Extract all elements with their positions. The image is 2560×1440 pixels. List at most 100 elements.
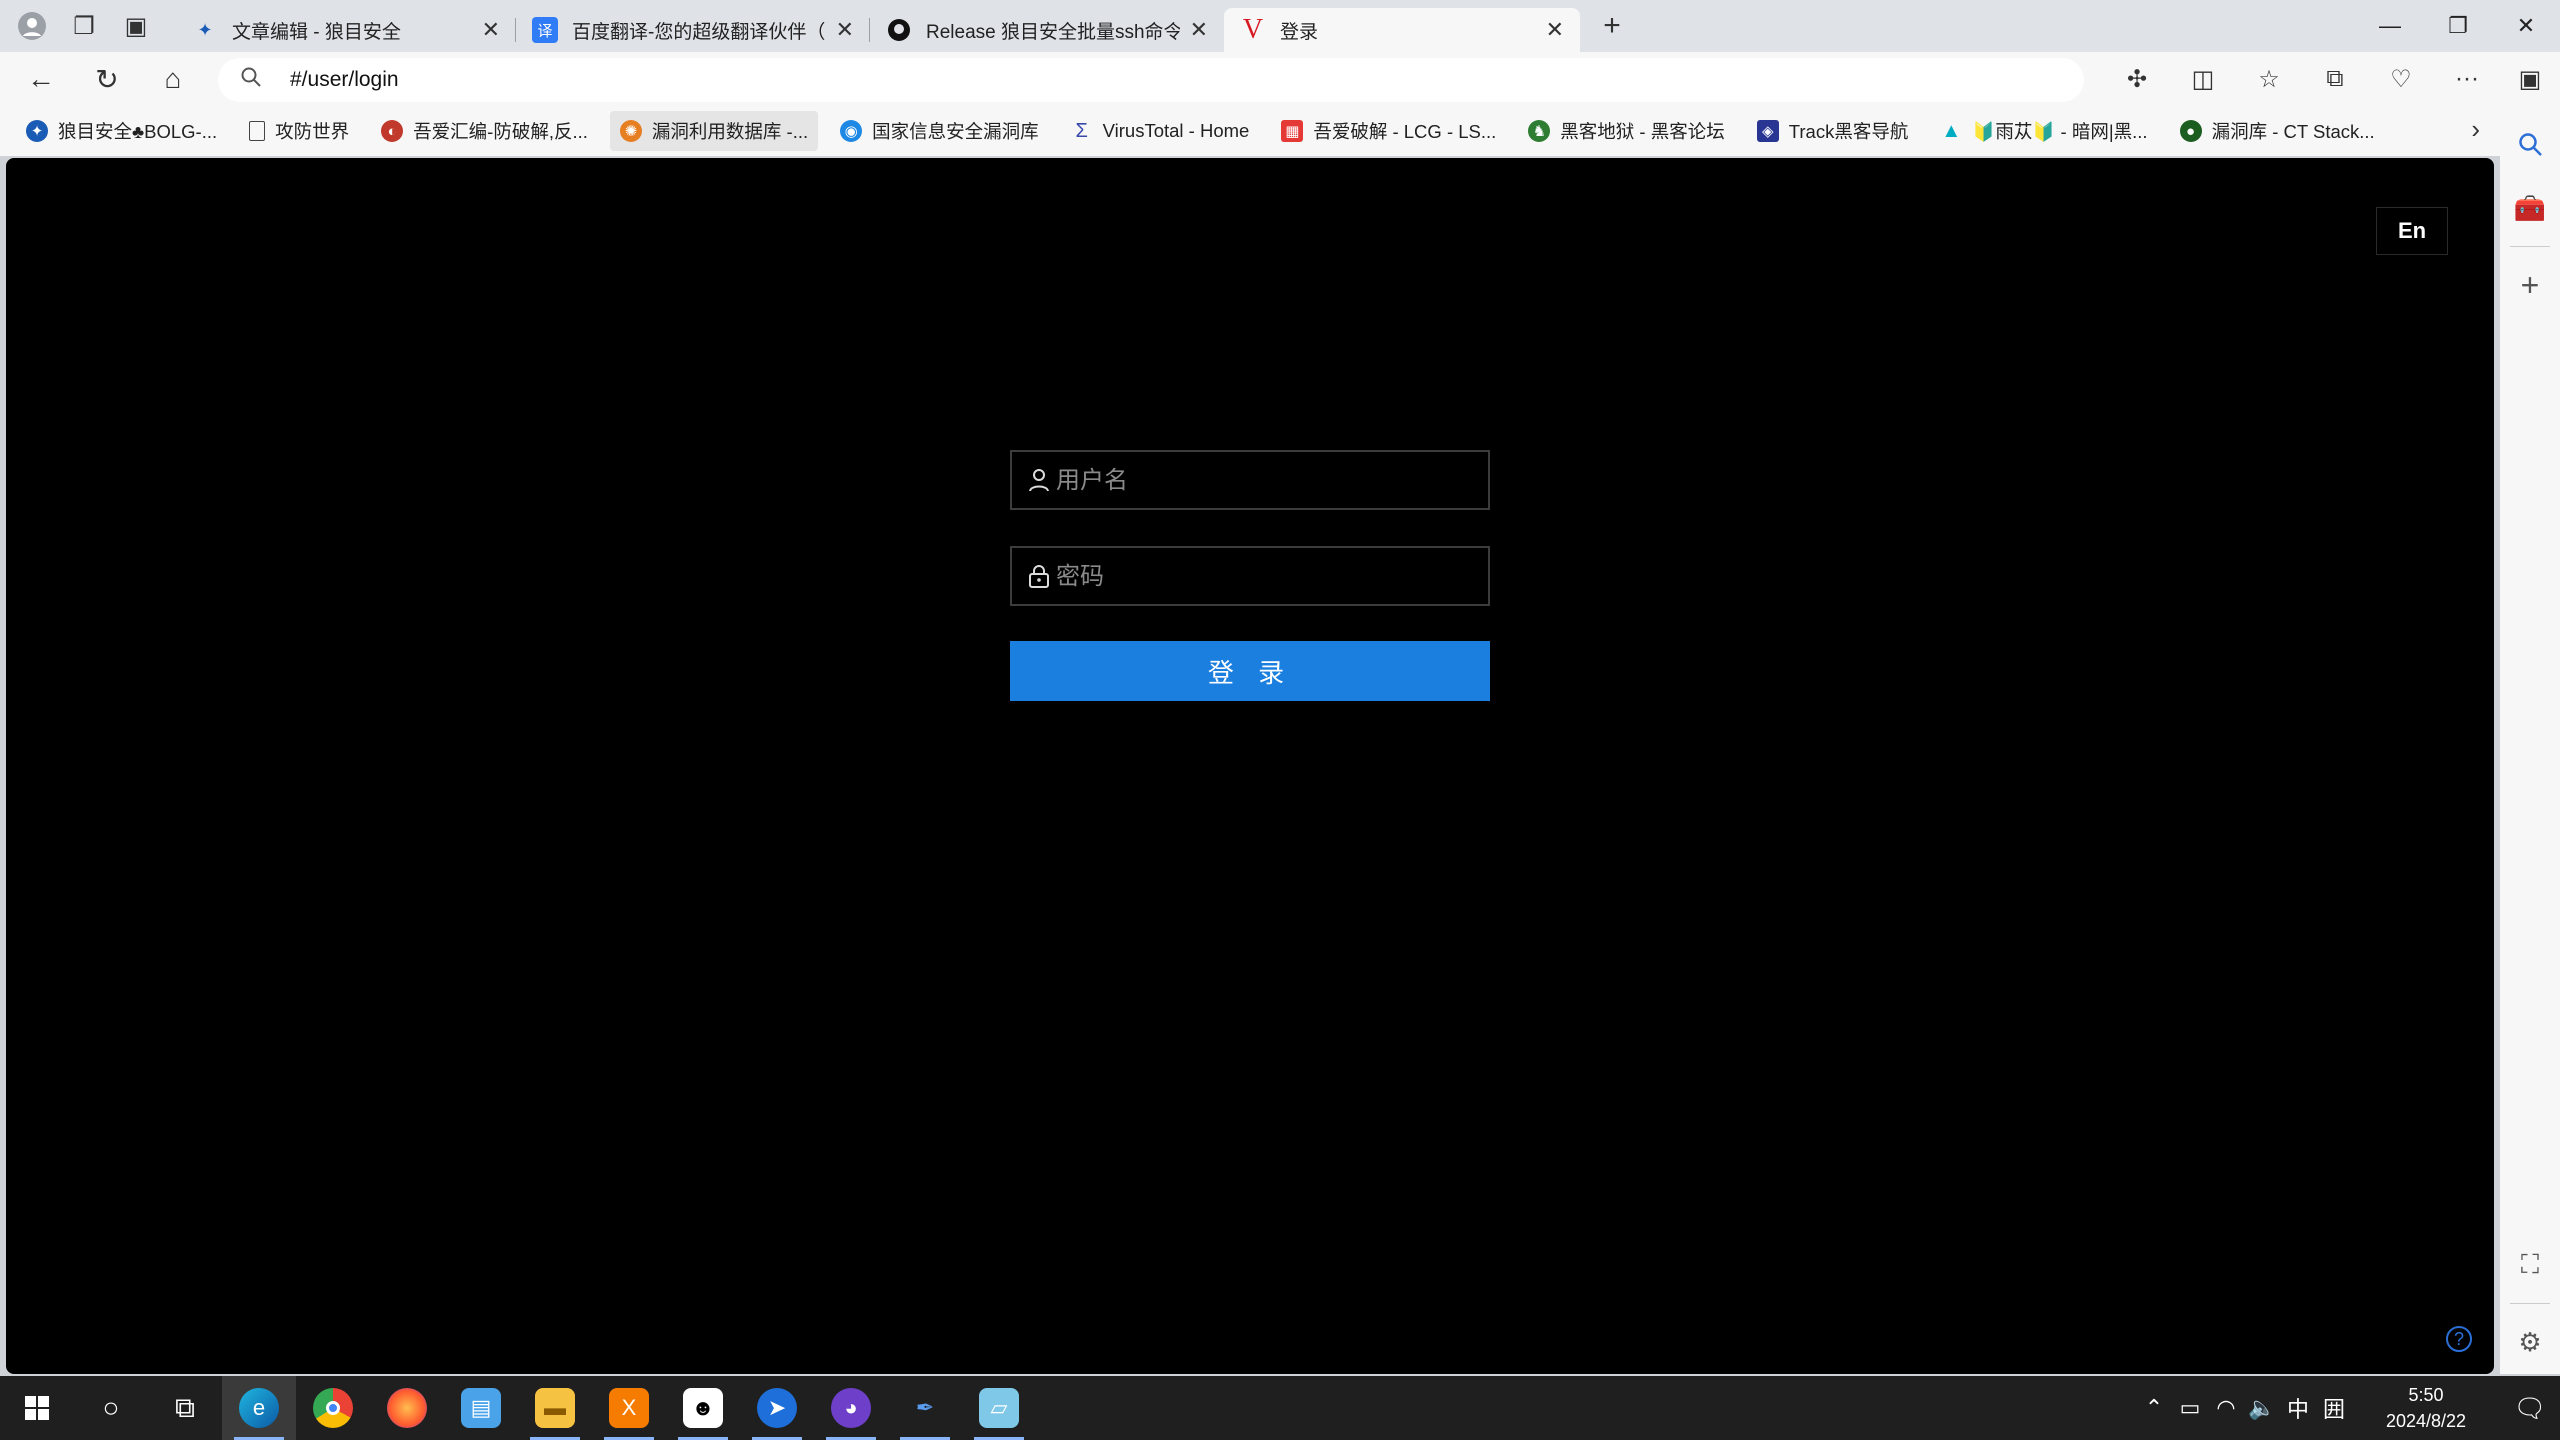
chevron-right-icon[interactable]: › (2471, 114, 2480, 145)
feather-pen-icon: ✒ (915, 1395, 935, 1420)
login-button[interactable]: 登 录 (1010, 641, 1490, 701)
notification-icon[interactable]: 🗨 (2500, 1393, 2560, 1424)
windows-taskbar: ○ ⧉ e ▤ ▬ X ☻ ➤ ◕ ✒ ▱ ⌃ ▭ ◠ 🔈 中 囲 5:50 2… (0, 1376, 2560, 1440)
favorites-icon[interactable]: ☆ (2236, 52, 2302, 106)
password-input[interactable] (1056, 562, 1476, 590)
more-menu-icon[interactable]: ··· (2434, 52, 2500, 106)
collections-icon[interactable]: ⧉ (2302, 52, 2368, 106)
close-tab-icon[interactable]: ✕ (482, 17, 500, 43)
ime-mode-indicator[interactable]: 囲 (2316, 1392, 2352, 1424)
username-field[interactable] (1010, 450, 1490, 510)
bookmark-favicon-icon: ◈ (1756, 120, 1779, 142)
taskbar-github-desktop[interactable]: ◕ (814, 1376, 888, 1440)
taskbar-app[interactable]: ▤ (444, 1376, 518, 1440)
clock-date: 2024/8/22 (2385, 1411, 2467, 1431)
user-icon (1026, 467, 1052, 493)
home-icon[interactable]: ⌂ (140, 52, 206, 106)
xampp-icon: X (609, 1388, 649, 1428)
search-circle-icon[interactable]: ○ (74, 1376, 148, 1440)
vertical-tabs-icon[interactable]: ▣ (110, 0, 162, 52)
bookmark-item[interactable]: ◉ 国家信息安全漏洞库 (830, 111, 1049, 151)
taskbar-xampp[interactable]: X (592, 1376, 666, 1440)
app-window-icon: ▤ (461, 1388, 501, 1428)
close-tab-icon[interactable]: ✕ (1546, 17, 1564, 43)
wifi-icon[interactable]: ◠ (2208, 1395, 2244, 1421)
tab-title: 文章编辑 - 狼目安全 (232, 21, 401, 43)
language-toggle-button[interactable]: En (2376, 207, 2448, 255)
screenshot-icon[interactable]: ⛶ (2500, 1233, 2560, 1297)
windows-start-icon[interactable] (0, 1376, 74, 1440)
taskbar-explorer[interactable]: ▬ (518, 1376, 592, 1440)
bookmark-favicon-icon: ✺ (619, 120, 642, 142)
search-icon[interactable] (2500, 112, 2560, 176)
address-text: #/user/login (290, 68, 399, 91)
settings-gear-icon[interactable]: ⚙ (2500, 1310, 2560, 1374)
help-icon[interactable]: ? (2446, 1326, 2472, 1352)
tab-favicon-icon: 译 (532, 17, 558, 43)
battery-icon[interactable]: ▭ (2172, 1395, 2208, 1421)
search-icon (240, 66, 280, 94)
restore-icon[interactable]: ❐ (2424, 0, 2492, 52)
tab-github-release[interactable]: Release 狼目安全批量ssh命令执 ✕ (870, 8, 1224, 52)
split-screen-icon[interactable]: ◫ (2170, 52, 2236, 106)
bookmark-item[interactable]: 攻防世界 (239, 111, 359, 151)
task-view-icon[interactable]: ⧉ (148, 1376, 222, 1440)
bookmark-item[interactable]: ♞ 黑客地狱 - 黑客论坛 (1518, 111, 1734, 151)
page-icon (249, 121, 266, 141)
ime-indicator[interactable]: 中 (2280, 1392, 2316, 1424)
bookmark-item[interactable]: ◐ 吾爱汇编-防破解,反... (371, 111, 598, 151)
divider (2510, 246, 2550, 247)
close-tab-icon[interactable]: ✕ (1190, 17, 1208, 43)
volume-icon[interactable]: 🔈 (2244, 1395, 2280, 1421)
bookmarks-bar: ✦ 狼目安全♣BOLG-... 攻防世界 ◐ 吾爱汇编-防破解,反... ✺ 漏洞利用… (0, 106, 2500, 156)
folder-icon: ▬ (535, 1388, 575, 1428)
clock[interactable]: 5:50 2024/8/22 (2366, 1382, 2486, 1434)
clock-time: 5:50 (2408, 1385, 2444, 1405)
workspaces-icon[interactable]: ❐ (58, 0, 110, 52)
new-tab-button[interactable]: + (1584, 4, 1640, 48)
bookmark-item[interactable]: Σ VirusTotal - Home (1061, 111, 1260, 151)
firefox-icon (387, 1388, 427, 1428)
taskbar-firefox[interactable] (370, 1376, 444, 1440)
taskbar-app[interactable]: ✒ (888, 1376, 962, 1440)
page-content: En 登 录 ? (6, 158, 2494, 1374)
address-bar[interactable]: #/user/login (218, 58, 2084, 102)
bookmark-item[interactable]: ▲ 🔰雨苁🔰 - 暗网|黑... (1930, 111, 2157, 151)
username-input[interactable] (1056, 466, 1476, 494)
taskbar-app[interactable]: ▱ (962, 1376, 1036, 1440)
back-icon[interactable]: ← (8, 52, 74, 106)
add-icon[interactable]: + (2500, 253, 2560, 317)
taskbar-qq[interactable]: ☻ (666, 1376, 740, 1440)
bookmark-favicon-icon: ▲ (1941, 119, 1962, 142)
taskbar-edge[interactable]: e (222, 1376, 296, 1440)
bookmark-item[interactable]: ● 漏洞库 - CT Stack... (2170, 111, 2385, 151)
chevron-up-icon[interactable]: ⌃ (2136, 1395, 2172, 1421)
sidebar-toggle-icon[interactable]: ▣ (2500, 52, 2560, 106)
bookmark-item[interactable]: ✺ 漏洞利用数据库 -... (609, 111, 819, 151)
tab-login[interactable]: V 登录 ✕ (1224, 8, 1580, 52)
password-field[interactable] (1010, 546, 1490, 606)
bookmark-item[interactable]: ◈ Track黑客导航 (1747, 111, 1919, 151)
taskbar-chrome[interactable] (296, 1376, 370, 1440)
browser-essentials-icon[interactable]: ♡ (2368, 52, 2434, 106)
toolbox-icon[interactable]: 🧰 (2500, 176, 2560, 240)
browser-toolbar: ✣ ◫ ☆ ⧉ ♡ ··· ▣ (2104, 52, 2560, 106)
tab-title: Release 狼目安全批量ssh命令执 (926, 21, 1180, 43)
bookmark-item[interactable]: ✦ 狼目安全♣BOLG-... (16, 111, 227, 151)
extensions-icon[interactable]: ✣ (2104, 52, 2170, 106)
bookmark-favicon-icon: ▦ (1281, 120, 1304, 142)
refresh-icon[interactable]: ↻ (74, 52, 140, 106)
qq-penguin-icon: ☻ (683, 1388, 723, 1428)
tab-baidu-translate[interactable]: 译 百度翻译-您的超级翻译伙伴（文 ✕ (516, 8, 870, 52)
github-desktop-icon: ◕ (831, 1388, 871, 1428)
virustotal-icon: Σ (1075, 119, 1088, 142)
tab-article-edit[interactable]: ✦ 文章编辑 - 狼目安全 ✕ (176, 8, 516, 52)
chrome-icon (313, 1388, 353, 1428)
close-tab-icon[interactable]: ✕ (836, 17, 854, 43)
minimize-icon[interactable]: — (2356, 0, 2424, 52)
close-window-icon[interactable]: ✕ (2492, 0, 2560, 52)
bookmark-item[interactable]: ▦ 吾爱破解 - LCG - LS... (1271, 111, 1506, 151)
cursor-app-icon: ➤ (757, 1388, 797, 1428)
taskbar-app[interactable]: ➤ (740, 1376, 814, 1440)
profile-icon[interactable] (6, 0, 58, 52)
